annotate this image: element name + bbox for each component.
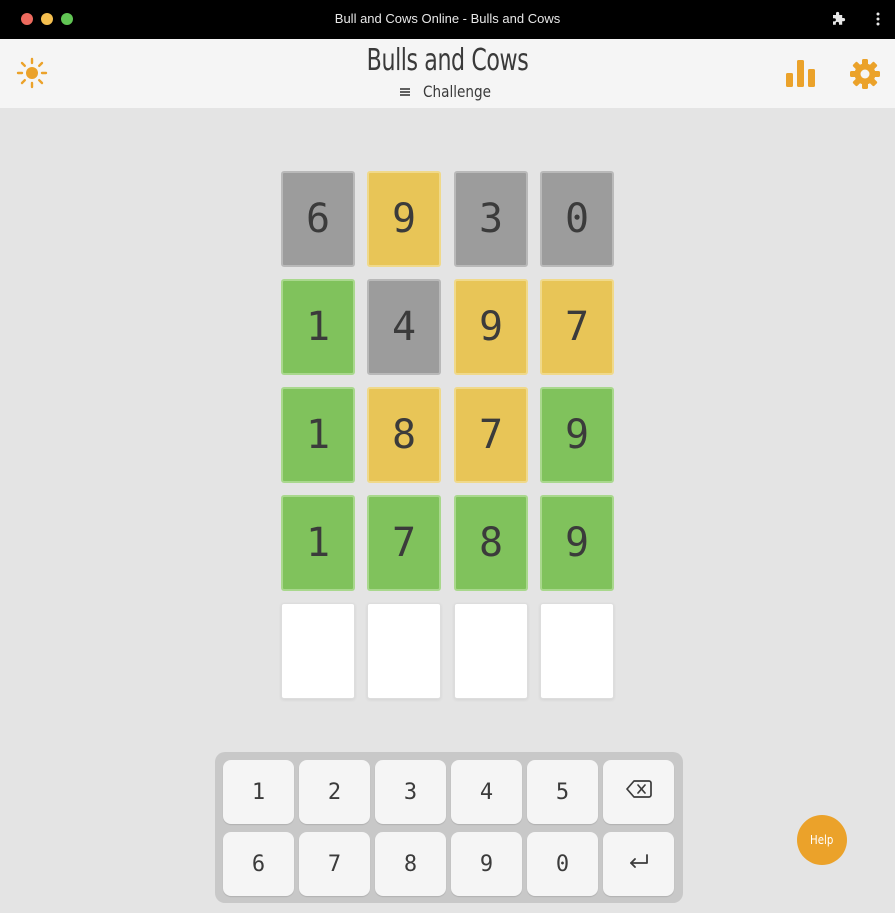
tile-r5-c3	[454, 603, 528, 699]
extensions-icon[interactable]	[831, 11, 846, 31]
tile-r5-c1	[281, 603, 355, 699]
help-button[interactable]: Help	[797, 815, 847, 865]
help-label: Help	[810, 833, 834, 847]
page-title: Bulls and Cows	[366, 43, 529, 78]
tile-r3-c1: 1	[281, 387, 355, 483]
key-3[interactable]: 3	[375, 760, 446, 824]
tile-r1-c3: 3	[454, 171, 528, 267]
key-0[interactable]: 0	[527, 832, 598, 896]
more-options-icon[interactable]	[871, 11, 885, 31]
backspace-key[interactable]	[603, 760, 674, 824]
window-titlebar: Bull and Cows Online - Bulls and Cows	[0, 0, 895, 39]
app-header: Bulls and Cows Challenge	[0, 39, 895, 108]
tile-r3-c2: 8	[367, 387, 441, 483]
key-5[interactable]: 5	[527, 760, 598, 824]
tile-r3-c3: 7	[454, 387, 528, 483]
tile-r2-c3: 9	[454, 279, 528, 375]
tile-r1-c4: 0	[540, 171, 614, 267]
key-8[interactable]: 8	[375, 832, 446, 896]
tile-r1-c1: 6	[281, 171, 355, 267]
mode-selector[interactable]: Challenge	[0, 81, 895, 101]
number-keypad: 1 2 3 4 5 6 7 8 9 0	[215, 752, 683, 903]
mode-label: Challenge	[422, 82, 491, 101]
tile-r2-c1: 1	[281, 279, 355, 375]
key-2[interactable]: 2	[299, 760, 370, 824]
tile-r2-c4: 7	[540, 279, 614, 375]
tile-r2-c2: 4	[367, 279, 441, 375]
enter-icon	[627, 852, 651, 877]
key-1[interactable]: 1	[223, 760, 294, 824]
tile-r1-c2: 9	[367, 171, 441, 267]
settings-gear-icon[interactable]	[849, 58, 881, 94]
key-9[interactable]: 9	[451, 832, 522, 896]
tile-r4-c3: 8	[454, 495, 528, 591]
tile-r5-c4	[540, 603, 614, 699]
statistics-icon[interactable]	[784, 58, 818, 94]
tile-r4-c4: 9	[540, 495, 614, 591]
backspace-icon	[625, 779, 652, 805]
tile-r4-c2: 7	[367, 495, 441, 591]
tile-r5-c2	[367, 603, 441, 699]
tile-r3-c4: 9	[540, 387, 614, 483]
tile-r4-c1: 1	[281, 495, 355, 591]
enter-key[interactable]	[603, 832, 674, 896]
key-7[interactable]: 7	[299, 832, 370, 896]
menu-icon	[399, 82, 411, 101]
window-title: Bull and Cows Online - Bulls and Cows	[334, 11, 561, 26]
key-4[interactable]: 4	[451, 760, 522, 824]
key-6[interactable]: 6	[223, 832, 294, 896]
